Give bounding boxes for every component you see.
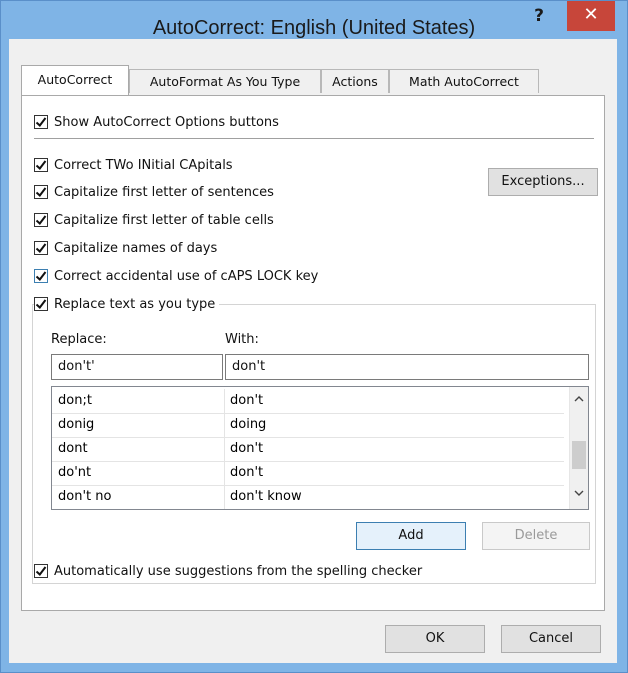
add-button[interactable]: Add: [356, 522, 466, 550]
replace-cell: donig: [58, 417, 95, 432]
with-label: With:: [225, 332, 259, 347]
list-item[interactable]: dont don't: [52, 437, 564, 462]
with-cell: don't: [230, 465, 264, 480]
column-separator: [224, 437, 225, 461]
checkmark-icon: [35, 243, 47, 253]
cancel-button[interactable]: Cancel: [501, 625, 601, 653]
close-button[interactable]: ✕: [567, 1, 615, 31]
checkmark-icon: [35, 271, 47, 281]
checkbox-box[interactable]: [34, 158, 48, 172]
column-separator: [224, 413, 225, 437]
replace-cell: don;t: [58, 393, 92, 408]
checkmark-icon: [35, 187, 47, 197]
chevron-up-icon: [574, 396, 584, 402]
checkbox-box[interactable]: [34, 115, 48, 129]
replacements-list[interactable]: don;t don't donig doing dont don't do'nt…: [51, 386, 589, 510]
replace-text-checkbox[interactable]: Replace text as you type: [34, 295, 220, 313]
replace-cell: don't no: [58, 489, 112, 504]
column-separator: [224, 389, 225, 413]
autocorrect-panel: Show AutoCorrect Options buttons Correct…: [21, 95, 605, 611]
tab-actions[interactable]: Actions: [321, 69, 389, 93]
scroll-down-button[interactable]: [570, 487, 588, 505]
autocorrect-dialog: AutoCorrect: English (United States) ? ✕…: [0, 0, 628, 673]
ok-button[interactable]: OK: [385, 625, 485, 653]
dialog-body: AutoCorrect AutoFormat As You Type Actio…: [9, 39, 617, 663]
checkbox-label: Capitalize first letter of sentences: [54, 184, 274, 200]
list-item[interactable]: don;t don't: [52, 389, 564, 414]
scroll-thumb[interactable]: [572, 441, 586, 469]
list-item[interactable]: donig doing: [52, 413, 564, 438]
checkbox-box[interactable]: [34, 269, 48, 283]
with-cell: don't: [230, 393, 264, 408]
capitalize-table-cells-checkbox[interactable]: Capitalize first letter of table cells: [34, 211, 274, 229]
checkbox-box[interactable]: [34, 213, 48, 227]
replace-label: Replace:: [51, 332, 107, 347]
tab-autocorrect[interactable]: AutoCorrect: [21, 65, 129, 95]
checkbox-box[interactable]: [34, 185, 48, 199]
tab-autoformat-as-you-type[interactable]: AutoFormat As You Type: [129, 69, 321, 93]
help-button[interactable]: ?: [521, 2, 557, 32]
with-cell: doing: [230, 417, 267, 432]
spelling-suggestions-checkbox[interactable]: Automatically use suggestions from the s…: [34, 562, 422, 580]
exceptions-button[interactable]: Exceptions...: [488, 168, 598, 196]
replace-cell: dont: [58, 441, 88, 456]
checkbox-box[interactable]: [34, 241, 48, 255]
checkmark-icon: [35, 117, 47, 127]
tab-math-autocorrect[interactable]: Math AutoCorrect: [389, 69, 539, 93]
with-cell: don't: [230, 441, 264, 456]
list-item[interactable]: do'nt don't: [52, 461, 564, 486]
checkbox-label: Capitalize first letter of table cells: [54, 212, 274, 228]
checkbox-label: Automatically use suggestions from the s…: [54, 563, 423, 579]
capitalize-days-checkbox[interactable]: Capitalize names of days: [34, 239, 217, 257]
with-input[interactable]: don't: [225, 354, 589, 380]
checkmark-icon: [35, 215, 47, 225]
delete-button[interactable]: Delete: [482, 522, 590, 550]
column-separator: [224, 485, 225, 509]
replace-cell: do'nt: [58, 465, 92, 480]
replace-input[interactable]: don't': [51, 354, 223, 380]
checkmark-icon: [35, 160, 47, 170]
list-scrollbar[interactable]: [569, 387, 588, 509]
checkbox-label: Replace text as you type: [54, 296, 216, 312]
divider: [34, 138, 594, 139]
scroll-up-button[interactable]: [570, 393, 588, 411]
column-separator: [224, 461, 225, 485]
with-cell: don't know: [230, 489, 302, 504]
checkmark-icon: [35, 299, 47, 309]
show-options-buttons-checkbox[interactable]: Show AutoCorrect Options buttons: [34, 113, 279, 131]
checkbox-label: Show AutoCorrect Options buttons: [54, 114, 279, 130]
checkbox-label: Correct TWo INitial CApitals: [54, 157, 233, 173]
title-bar[interactable]: AutoCorrect: English (United States) ? ✕: [1, 1, 627, 39]
chevron-down-icon: [574, 490, 584, 496]
caps-lock-checkbox[interactable]: Correct accidental use of cAPS LOCK key: [34, 267, 318, 285]
checkbox-label: Capitalize names of days: [54, 240, 218, 256]
capitalize-sentences-checkbox[interactable]: Capitalize first letter of sentences: [34, 183, 274, 201]
checkmark-icon: [35, 566, 47, 576]
correct-two-initial-capitals-checkbox[interactable]: Correct TWo INitial CApitals: [34, 156, 233, 174]
checkbox-box[interactable]: [34, 297, 48, 311]
checkbox-label: Correct accidental use of cAPS LOCK key: [54, 268, 319, 284]
list-item[interactable]: don't no don't know: [52, 485, 564, 509]
checkbox-box[interactable]: [34, 564, 48, 578]
